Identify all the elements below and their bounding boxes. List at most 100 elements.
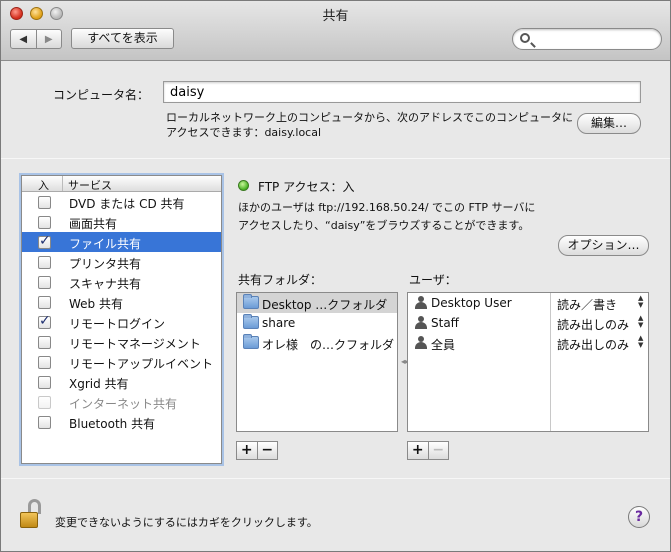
services-list-header: 入 サービス <box>22 176 221 192</box>
column-header-on[interactable]: 入 <box>38 177 49 193</box>
ftp-status-text: FTP アクセス：入 <box>258 180 355 194</box>
service-name: スキャナ共有 <box>69 277 142 291</box>
shared-folders-label: 共有フォルダ： <box>238 273 323 287</box>
title-bar: 共有 ◀ ▶ すべてを表示 <box>1 1 670 61</box>
edit-button[interactable]: 編集… <box>577 113 641 134</box>
services-list[interactable]: 入 サービス DVD または CD 共有画面共有ファイル共有プリンタ共有スキャナ… <box>21 175 222 464</box>
shared-folder-name: Desktop …クフォルダ <box>262 298 388 312</box>
user-add-remove-group: + − <box>407 441 449 460</box>
ftp-description-line-2: アクセスしたり、“daisy”をブラウズすることができます。 <box>238 219 530 232</box>
popup-arrows-icon[interactable]: ▲ ▼ <box>638 295 643 309</box>
service-row[interactable]: ファイル共有 <box>22 232 221 252</box>
ftp-description: ほかのユーザは ftp://192.168.50.24/ でこの FTP サーバ… <box>238 199 578 235</box>
permission-popup[interactable]: 読み出しのみ <box>557 316 629 333</box>
service-name: Web 共有 <box>69 297 123 311</box>
back-button[interactable]: ◀ <box>11 30 36 48</box>
everyone-icon <box>414 336 428 350</box>
add-user-button[interactable]: + <box>408 442 428 459</box>
service-checkbox[interactable] <box>38 313 51 329</box>
user-row[interactable]: 全員 読み出しのみ ▲ ▼ <box>408 333 648 353</box>
service-name: ファイル共有 <box>69 237 142 251</box>
sharing-window: 共有 ◀ ▶ すべてを表示 コンピュータ名： ローカルネットワーク上のコンピュー… <box>0 0 671 552</box>
shared-folder-name: オレ様 の…クフォルダ <box>262 338 395 352</box>
column-header-service[interactable]: サービス <box>68 177 112 193</box>
service-row[interactable]: リモートアップルイベント <box>22 352 221 372</box>
column-separator <box>62 176 63 191</box>
users-label: ユーザ： <box>409 273 457 287</box>
popup-arrows-icon[interactable]: ▲ ▼ <box>638 315 643 329</box>
footer-divider <box>1 478 670 479</box>
add-folder-button[interactable]: + <box>237 442 257 459</box>
service-name: Bluetooth 共有 <box>69 417 156 431</box>
options-button[interactable]: オプション… <box>558 235 649 256</box>
user-name: Desktop User <box>431 296 512 310</box>
service-row[interactable]: 画面共有 <box>22 212 221 232</box>
search-input[interactable] <box>535 31 655 47</box>
service-checkbox[interactable] <box>38 256 51 269</box>
computer-name-label: コンピュータ名： <box>53 88 150 102</box>
user-name: Staff <box>431 316 459 330</box>
service-name: リモートログイン <box>69 317 166 331</box>
service-row[interactable]: Bluetooth 共有 <box>22 412 221 432</box>
service-checkbox[interactable] <box>38 296 51 309</box>
computer-name-description: ローカルネットワーク上のコンピュータから、次のアドレスでこのコンピュータに アク… <box>166 110 576 140</box>
back-forward-group: ◀ ▶ <box>10 29 62 49</box>
permission-popup[interactable]: 読み出しのみ <box>557 336 629 353</box>
service-row[interactable]: スキャナ共有 <box>22 272 221 292</box>
users-list[interactable]: Desktop User 読み／書き ▲ ▼ Staff 読み出しのみ ▲ ▼ 全員 読み出しのみ… <box>407 292 649 432</box>
service-checkbox[interactable] <box>38 196 51 209</box>
service-name: インターネット共有 <box>69 397 178 411</box>
service-row[interactable]: インターネット共有 <box>22 392 221 412</box>
service-checkbox[interactable] <box>38 276 51 289</box>
shared-folder-row[interactable]: オレ様 の…クフォルダ <box>237 333 397 353</box>
remove-folder-button[interactable]: − <box>256 442 278 459</box>
user-icon <box>414 296 428 310</box>
service-name: Xgrid 共有 <box>69 377 129 391</box>
service-checkbox[interactable] <box>38 216 51 229</box>
lock-icon[interactable] <box>20 499 44 529</box>
service-name: 画面共有 <box>69 217 118 231</box>
public-folder-icon <box>243 334 259 349</box>
user-row[interactable]: Staff 読み出しのみ ▲ ▼ <box>408 313 648 333</box>
service-checkbox[interactable] <box>38 336 51 349</box>
shared-folder-row[interactable]: share <box>237 313 397 333</box>
service-row[interactable]: DVD または CD 共有 <box>22 192 221 212</box>
folder-icon <box>243 314 259 329</box>
remove-user-button[interactable]: − <box>427 442 449 459</box>
help-button[interactable]: ? <box>628 506 650 528</box>
user-name: 全員 <box>431 338 456 352</box>
service-name: DVD または CD 共有 <box>69 197 185 211</box>
service-checkbox[interactable] <box>38 416 51 429</box>
search-icon <box>520 33 530 43</box>
permission-popup[interactable]: 読み／書き <box>557 296 617 313</box>
ftp-description-line-1: ほかのユーザは ftp://192.168.50.24/ でこの FTP サーバ… <box>238 201 536 214</box>
forward-button[interactable]: ▶ <box>35 30 62 48</box>
service-row[interactable]: リモートログイン <box>22 312 221 332</box>
service-row[interactable]: リモートマネージメント <box>22 332 221 352</box>
service-checkbox[interactable] <box>38 376 51 389</box>
window-title: 共有 <box>322 9 349 24</box>
service-row[interactable]: プリンタ共有 <box>22 252 221 272</box>
status-indicator-icon <box>238 180 249 191</box>
show-all-button[interactable]: すべてを表示 <box>71 28 174 49</box>
user-row[interactable]: Desktop User 読み／書き ▲ ▼ <box>408 293 648 313</box>
description-line-2: アクセスできます：daisy.local <box>166 126 322 139</box>
shared-folder-row[interactable]: Desktop …クフォルダ <box>237 293 397 313</box>
service-checkbox[interactable] <box>38 233 51 249</box>
service-name: リモートアップルイベント <box>69 357 214 371</box>
shared-folder-name: share <box>262 316 296 330</box>
shared-folders-list[interactable]: Desktop …クフォルダ share オレ様 の…クフォルダ <box>236 292 398 432</box>
section-divider <box>1 158 670 159</box>
group-icon <box>414 316 428 330</box>
computer-name-input[interactable] <box>163 81 641 103</box>
lock-message: 変更できないようにするにはカギをクリックします。 <box>55 516 318 529</box>
service-row[interactable]: Xgrid 共有 <box>22 372 221 392</box>
description-line-1: ローカルネットワーク上のコンピュータから、次のアドレスでこのコンピュータに <box>166 111 573 124</box>
search-field[interactable] <box>512 28 662 50</box>
service-checkbox <box>38 396 51 409</box>
lock-body <box>20 512 38 528</box>
service-row[interactable]: Web 共有 <box>22 292 221 312</box>
popup-arrows-icon[interactable]: ▲ ▼ <box>638 335 643 349</box>
service-checkbox[interactable] <box>38 356 51 369</box>
folder-icon <box>243 294 259 309</box>
